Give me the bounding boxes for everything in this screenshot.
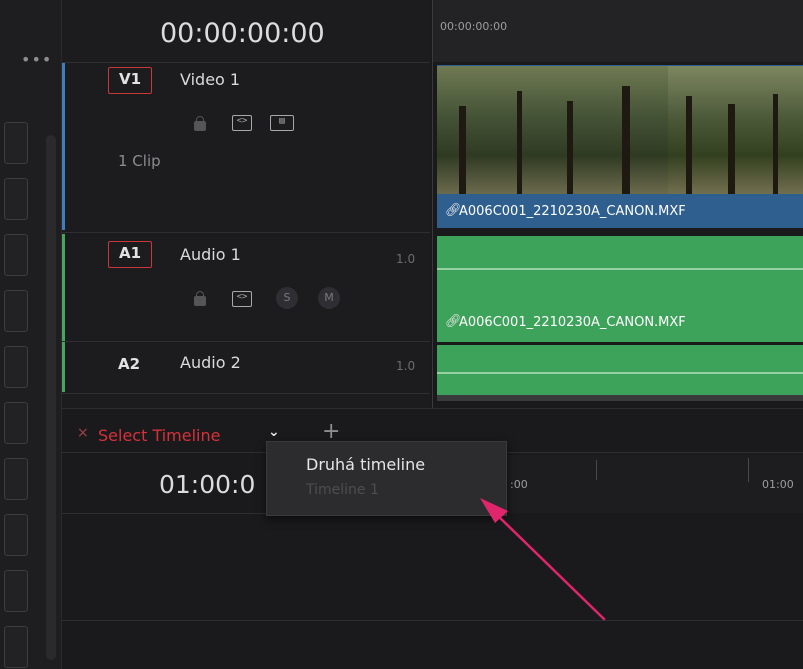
video-clip-name: A006C001_2210230A_CANON.MXF — [459, 204, 686, 219]
mute-button[interactable]: M — [318, 287, 340, 309]
audio-waveform — [437, 372, 803, 374]
track-name-audio-1[interactable]: Audio 1 — [180, 245, 241, 264]
ruler-timecode: 00:00:00:00 — [440, 20, 508, 33]
ruler-timecode: :00 — [510, 478, 528, 491]
current-timecode: 00:00:00:00 — [160, 18, 325, 49]
divider — [62, 620, 803, 621]
solo-button[interactable]: S — [276, 287, 298, 309]
side-button[interactable] — [4, 626, 28, 668]
audio-track-color-bar — [62, 234, 65, 392]
audio-waveform — [437, 268, 803, 270]
audio-clip-a2[interactable] — [437, 345, 803, 395]
clip-thumbnail — [668, 66, 803, 194]
side-button[interactable] — [4, 346, 28, 388]
clip-count: 1 Clip — [118, 152, 161, 170]
track-name-video-1[interactable]: Video 1 — [180, 70, 240, 89]
dropdown-option-timeline-1[interactable]: Timeline 1 — [306, 482, 379, 498]
side-button[interactable] — [4, 290, 28, 332]
lock-icon[interactable] — [194, 116, 206, 131]
track-volume-a1: 1.0 — [396, 252, 416, 266]
lower-timecode: 01:00:0 — [159, 470, 256, 499]
side-button[interactable] — [4, 458, 28, 500]
timeline-dropdown-menu — [266, 441, 507, 516]
side-button[interactable] — [4, 178, 28, 220]
audio-clip-name: A006C001_2210230A_CANON.MXF — [459, 315, 686, 330]
close-icon[interactable]: × — [77, 425, 89, 441]
timeline-scrollbar[interactable] — [437, 395, 803, 401]
auto-select-icon[interactable]: <> — [232, 115, 252, 131]
vertical-scrollbar[interactable] — [46, 135, 56, 660]
track-name-audio-2[interactable]: Audio 2 — [180, 353, 241, 372]
side-button[interactable] — [4, 402, 28, 444]
side-button[interactable] — [4, 570, 28, 612]
track-volume-a2: 1.0 — [396, 359, 416, 373]
track-id-a1[interactable]: A1 — [108, 241, 153, 268]
chevron-down-icon[interactable]: ⌄ — [268, 424, 280, 440]
select-timeline-tab[interactable]: Select Timeline — [98, 426, 220, 445]
auto-select-icon[interactable]: <> — [232, 291, 252, 307]
clip-thumbnail — [437, 66, 668, 194]
dropdown-option-druha-timeline[interactable]: Druhá timeline — [306, 455, 425, 474]
more-options-icon[interactable]: ••• — [21, 50, 52, 69]
side-button[interactable] — [4, 514, 28, 556]
track-id-a2[interactable]: A2 — [118, 355, 140, 373]
lock-icon[interactable] — [194, 291, 206, 306]
video-track-color-bar — [62, 62, 65, 230]
film-icon[interactable]: ▤ — [270, 115, 294, 131]
track-id-v1[interactable]: V1 — [108, 67, 153, 94]
side-button[interactable] — [4, 234, 28, 276]
side-button[interactable] — [4, 122, 28, 164]
ruler-timecode: 01:00 — [762, 478, 794, 491]
